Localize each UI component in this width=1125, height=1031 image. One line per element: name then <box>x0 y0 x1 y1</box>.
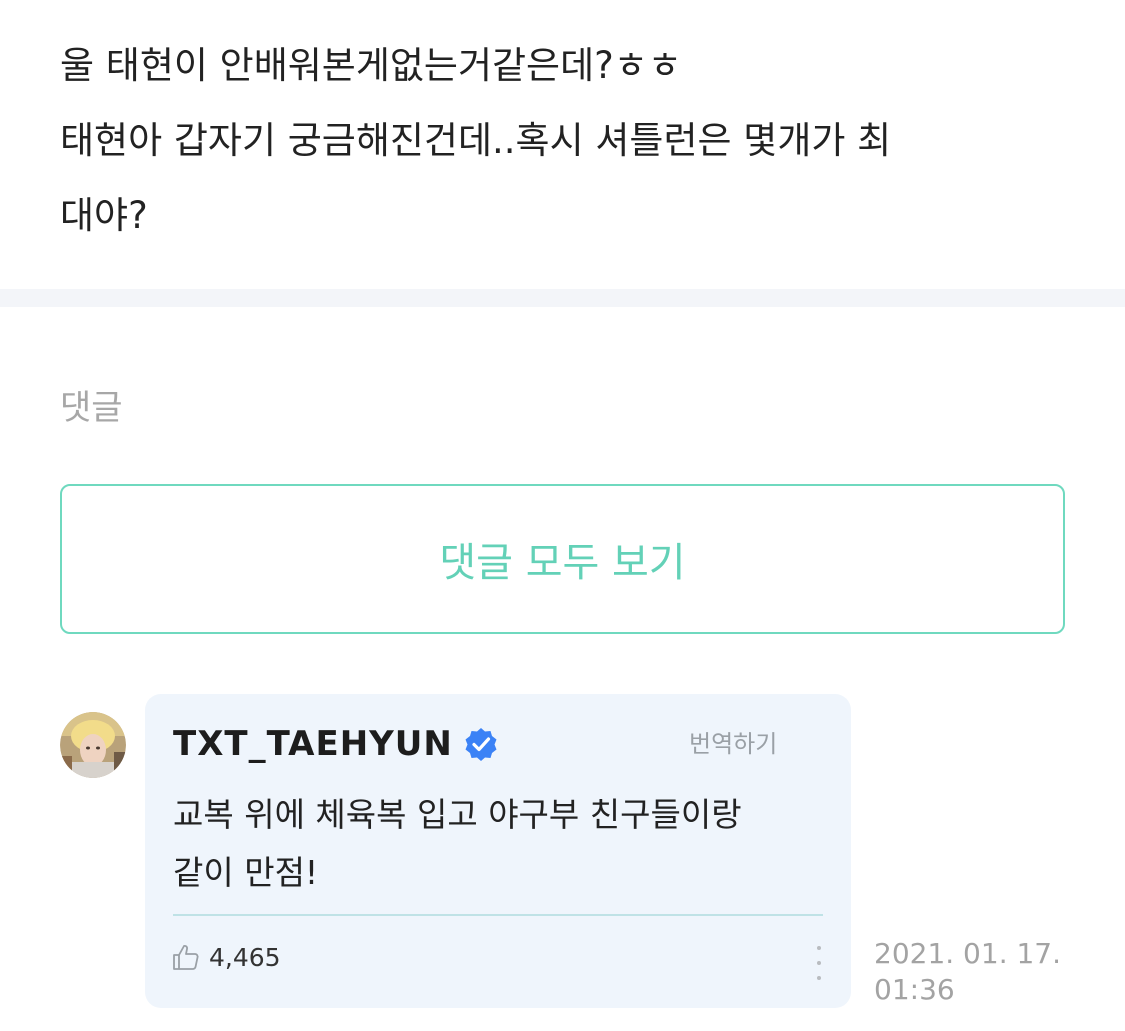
section-divider <box>0 289 1125 307</box>
comment-text-line: 교복 위에 체육복 입고 야구부 친구들이랑 <box>173 795 742 834</box>
comment-card: TXT_TAEHYUN 번역하기 교복 위에 체육복 입고 야구부 친구들이랑 … <box>145 694 851 1008</box>
post-line: 대야? <box>60 194 148 237</box>
comment-text-line: 같이 만점! <box>173 853 319 892</box>
post-line: 태현아 갑자기 궁금해진건데..혹시 셔틀런은 몇개가 최 <box>60 119 892 162</box>
thumbs-up-icon <box>171 942 201 972</box>
comment-text: 교복 위에 체육복 입고 야구부 친구들이랑 같이 만점! <box>173 786 823 902</box>
comments-heading: 댓글 <box>60 388 123 428</box>
card-divider <box>173 914 823 916</box>
comment-time: 01:36 <box>874 973 955 1006</box>
comment-author: TXT_TAEHYUN <box>173 724 499 764</box>
view-all-comments-button[interactable]: 댓글 모두 보기 <box>60 484 1065 634</box>
more-vertical-icon[interactable] <box>809 946 829 980</box>
verified-badge-icon <box>463 726 499 762</box>
post-line: 울 태현이 안배워본게없는거같은데?ㅎㅎ <box>60 44 682 87</box>
translate-link[interactable]: 번역하기 <box>689 724 777 759</box>
like-count: 4,465 <box>209 942 281 972</box>
comment-timestamp: 2021. 01. 17. 01:36 <box>874 936 1061 1008</box>
post-body: 울 태현이 안배워본게없는거같은데?ㅎㅎ 태현아 갑자기 궁금해진건데..혹시 … <box>60 28 1080 253</box>
avatar[interactable] <box>60 712 126 778</box>
author-name[interactable]: TXT_TAEHYUN <box>173 724 453 764</box>
comment-date: 2021. 01. 17. <box>874 937 1062 970</box>
like-button[interactable]: 4,465 <box>171 942 281 972</box>
